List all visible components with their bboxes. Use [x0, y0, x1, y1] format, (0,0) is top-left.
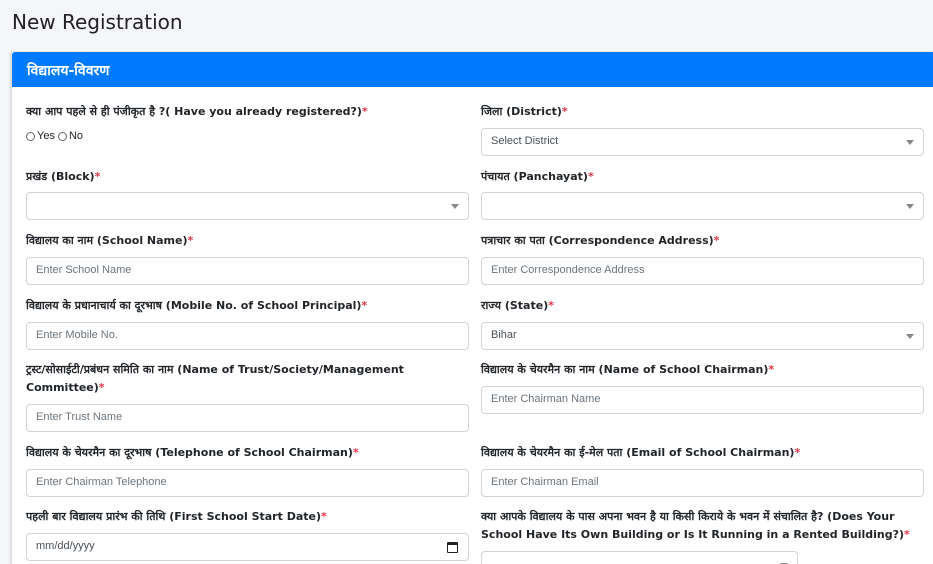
chevron-down-icon: [906, 334, 914, 339]
section-header: विद्यालय-विवरण: [12, 52, 933, 87]
start-date-label: पहली बार विद्यालय प्रारंभ की तिथि (First…: [26, 510, 327, 523]
registered-no-label: No: [68, 130, 84, 142]
start-date-placeholder: mm/dd/yyyy: [36, 540, 95, 552]
district-select[interactable]: Select District: [481, 128, 924, 156]
chairman-name-label: विद्यालय के चेयरमैन का नाम (Name of Scho…: [481, 363, 775, 376]
district-label: जिला (District)*: [481, 105, 568, 118]
principal-mobile-input[interactable]: Enter Mobile No.: [26, 322, 469, 350]
page-title: New Registration: [12, 10, 183, 34]
registered-no-radio[interactable]: [57, 131, 67, 141]
chevron-down-icon: [906, 140, 914, 145]
panchayat-select[interactable]: [481, 192, 924, 220]
chevron-down-icon: [451, 204, 459, 209]
school-name-label: विद्यालय का नाम (School Name)*: [26, 234, 194, 247]
address-input[interactable]: Enter Correspondence Address: [481, 257, 924, 285]
principal-mobile-label: विद्यालय के प्रधानाचार्य का दूरभाष (Mobi…: [26, 299, 368, 312]
chairman-name-input[interactable]: Enter Chairman Name: [481, 386, 924, 414]
district-select-value: Select District: [491, 135, 559, 147]
block-select[interactable]: [26, 192, 469, 220]
registered-yes-label: Yes: [37, 130, 55, 142]
chairman-phone-input[interactable]: Enter Chairman Telephone: [26, 469, 469, 497]
block-label: प्रखंड (Block)*: [26, 170, 101, 183]
building-select[interactable]: [481, 551, 798, 564]
trust-name-input[interactable]: Enter Trust Name: [26, 404, 469, 432]
state-select-value: Bihar: [491, 329, 517, 341]
registered-radio-group: Yes No: [26, 130, 86, 142]
chairman-email-label: विद्यालय के चेयरमैन का ई-मेल पता (Email …: [481, 446, 801, 459]
registered-yes-radio[interactable]: [26, 131, 35, 141]
start-date-input[interactable]: mm/dd/yyyy: [26, 533, 469, 561]
state-select[interactable]: Bihar: [481, 322, 924, 350]
registered-label: क्या आप पहले से ही पंजीकृत है ?( Have yo…: [26, 105, 368, 118]
state-label: राज्य (State)*: [481, 299, 554, 312]
school-name-input[interactable]: Enter School Name: [26, 257, 469, 285]
chairman-phone-label: विद्यालय के चेयरमैन का दूरभाष (Telephone…: [26, 446, 359, 459]
calendar-icon[interactable]: [447, 542, 458, 553]
trust-name-label: ट्रस्ट/सोसाईटी/प्रबंधन समिति का नाम (Nam…: [26, 363, 404, 394]
address-label: पत्राचार का पता (Correspondence Address)…: [481, 234, 720, 247]
panchayat-label: पंचायत (Panchayat)*: [481, 170, 594, 183]
chairman-email-input[interactable]: Enter Chairman Email: [481, 469, 924, 497]
chevron-down-icon: [906, 204, 914, 209]
building-label: क्या आपके विद्यालय के पास अपना भवन है या…: [481, 510, 910, 541]
